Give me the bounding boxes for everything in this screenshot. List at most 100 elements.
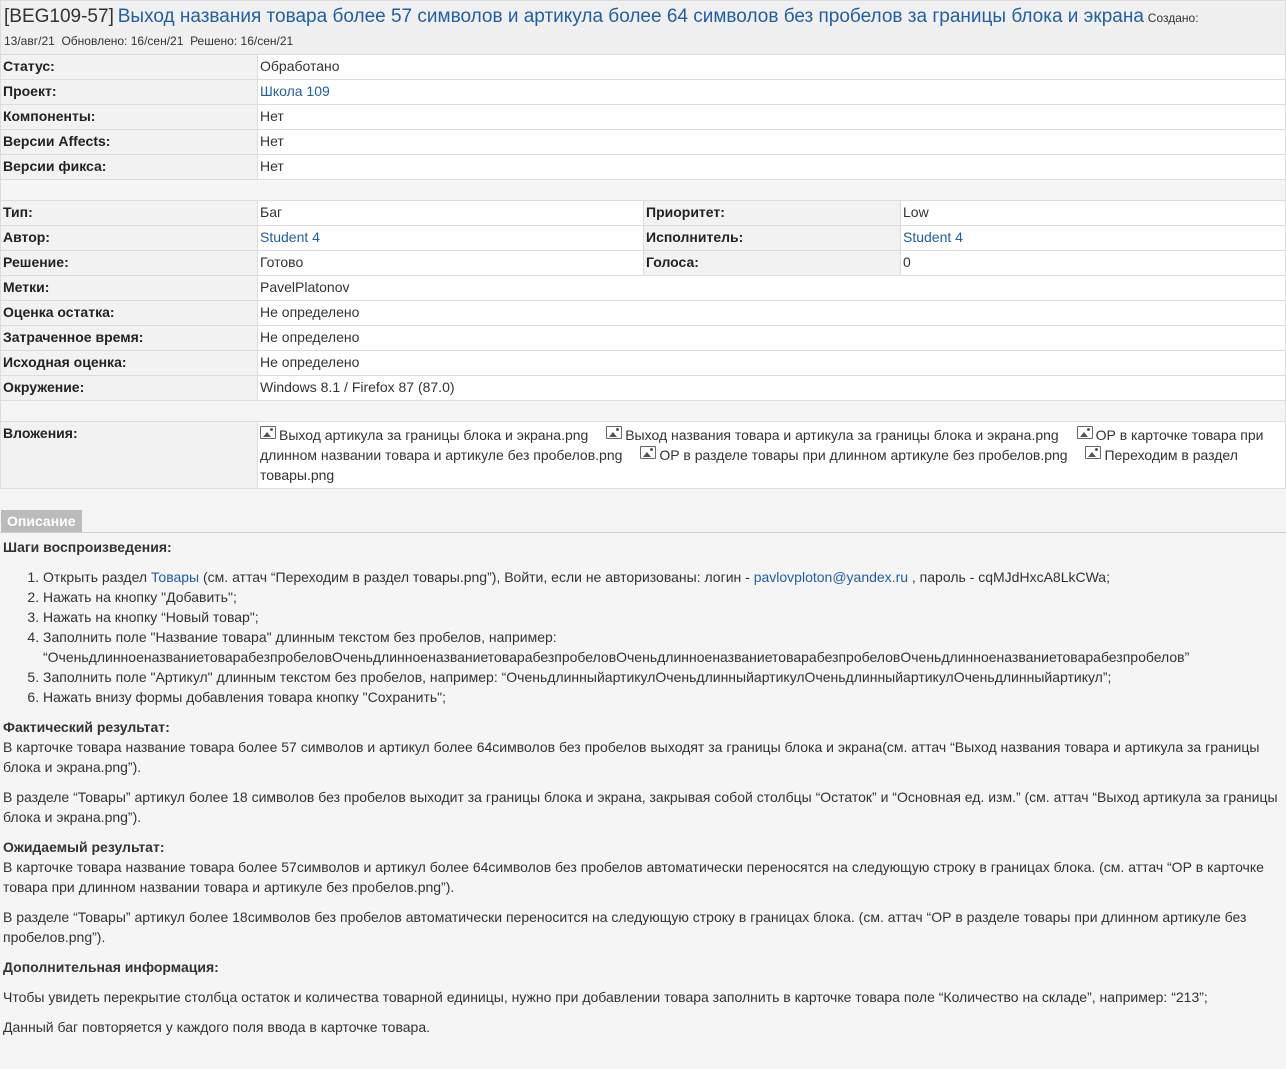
field-value-cell: Готово <box>257 250 644 276</box>
user-link[interactable]: Student 4 <box>903 229 963 245</box>
field-row: Проект: Школа 109 <box>0 79 1286 105</box>
step-text: (см. аттач “Переходим в раздел товары.pn… <box>199 569 754 585</box>
issue-header: [BEG109-57] Выход названия товара более … <box>0 0 1286 54</box>
issue-fields-table-1: Статус: Обработано Проект: Школа 109 Компоне… <box>0 54 1286 180</box>
field-row: Затраченное время: Не определено <box>0 325 1286 351</box>
issue-title-link[interactable]: Выход названия товара более 57 символов … <box>118 6 1144 27</box>
field-label: Решение: <box>0 250 258 276</box>
field-label: Автор: <box>0 225 258 251</box>
issue-dates: 13/авг/21 Обновлено: 16/сен/21 Решено: 1… <box>4 31 1282 51</box>
image-file-icon <box>606 426 623 439</box>
field-label: Версии Affects: <box>0 129 258 155</box>
actual-result-text: В разделе “Товары” артикул более 18 симв… <box>3 789 1278 825</box>
field-value: Готово <box>260 254 304 270</box>
resolved-label: Решено: <box>190 34 238 48</box>
attachments-label: Вложения: <box>0 421 258 489</box>
image-file-icon <box>1085 446 1102 459</box>
field-value: 0 <box>903 254 911 270</box>
expected-result-title: Ожидаемый результат: <box>3 839 165 855</box>
field-value: Windows 8.1 / Firefox 87 (87.0) <box>257 375 1286 401</box>
field-row: Статус: Обработано <box>0 54 1286 80</box>
list-item: Заполнить поле "Артикул" длинным текстом… <box>43 667 1283 687</box>
field-label: Приоритет: <box>643 200 901 226</box>
section-gap <box>0 401 1286 421</box>
attachment-name[interactable]: Выход названия товара и артикула за гран… <box>625 427 1058 443</box>
tab-description[interactable]: Описание <box>1 510 82 532</box>
attachment-item[interactable]: Выход названия товара и артикула за гран… <box>606 426 1059 443</box>
created-label: Создано: <box>1147 11 1199 25</box>
products-link[interactable]: Товары <box>151 569 199 585</box>
field-value-cell: Школа 109 <box>257 79 1286 105</box>
field-value: Нет <box>260 108 284 124</box>
attachments-row: Вложения: Выход артикула за границы блок… <box>0 421 1286 489</box>
field-value: Low <box>903 204 929 220</box>
field-value: Не определено <box>257 325 1286 351</box>
image-file-icon <box>640 446 657 459</box>
field-row: Версии фикса: Нет <box>0 154 1286 180</box>
field-value-cell: Нет <box>257 104 1286 130</box>
resolved-value: 16/сен/21 <box>240 34 294 48</box>
field-row: Версии Affects: Нет <box>0 129 1286 155</box>
field-row: Оценка остатка: Не определено <box>0 300 1286 326</box>
field-value: Не определено <box>257 300 1286 326</box>
field-label: Компоненты: <box>0 104 258 130</box>
steps-list: Открыть раздел Товары (см. аттач “Перехо… <box>3 567 1283 707</box>
extra-info-text: Чтобы увидеть перекрытие столбца остаток… <box>3 989 1208 1005</box>
created-value: 13/авг/21 <box>4 34 55 48</box>
list-item: Заполнить поле "Название товара" длинным… <box>43 627 1283 667</box>
field-label: Проект: <box>0 79 258 105</box>
field-row: Тип: Баг Приоритет: Low <box>0 200 1286 226</box>
field-value-cell: Student 4 <box>257 225 644 251</box>
field-row: Решение: Готово Голоса: 0 <box>0 250 1286 276</box>
user-link[interactable]: Student 4 <box>260 229 320 245</box>
field-value: Баг <box>260 204 283 220</box>
field-row: Метки: PavelPlatonov <box>0 275 1286 301</box>
field-value: Нет <box>260 133 284 149</box>
field-value-cell: Обработано <box>257 54 1286 80</box>
list-item: Нажать на кнопку "Добавить"; <box>43 587 1283 607</box>
actual-result-text: В карточке товара название товара более … <box>3 739 1260 775</box>
field-label: Оценка остатка: <box>0 300 258 326</box>
field-label: Тип: <box>0 200 258 226</box>
extra-info-title: Дополнительная информация: <box>3 959 219 975</box>
description-tab-bar: Описание <box>0 510 1286 533</box>
field-label: Метки: <box>0 275 258 301</box>
field-label: Исполнитель: <box>643 225 901 251</box>
field-value-cell: Нет <box>257 129 1286 155</box>
field-row: Окружение: Windows 8.1 / Firefox 87 (87.0… <box>0 375 1286 401</box>
field-label: Статус: <box>0 54 258 80</box>
step-text: , пароль - cqMJdHxcA8LkCWa; <box>908 569 1110 585</box>
attachment-name[interactable]: Выход артикула за границы блока и экрана… <box>279 427 588 443</box>
field-label: Затраченное время: <box>0 325 258 351</box>
extra-info-section: Дополнительная информация: Чтобы увидеть… <box>3 957 1283 1037</box>
attachments-list: Выход артикула за границы блока и экрана… <box>257 421 1286 489</box>
field-label: Голоса: <box>643 250 901 276</box>
attachment-name[interactable]: ОР в разделе товары при длинном артикуле… <box>659 447 1067 463</box>
image-file-icon <box>1076 426 1093 439</box>
field-row: Исходная оценка: Не определено <box>0 350 1286 376</box>
field-value: PavelPlatonov <box>257 275 1286 301</box>
updated-label: Обновлено: <box>61 34 128 48</box>
attachment-item[interactable]: Выход артикула за границы блока и экрана… <box>260 426 588 443</box>
field-value: Нет <box>260 158 284 174</box>
field-value-cell: Баг <box>257 200 644 226</box>
field-value-cell: Low <box>900 200 1286 226</box>
list-item: Открыть раздел Товары (см. аттач “Перехо… <box>43 567 1283 587</box>
extra-info-text: Данный баг повторяется у каждого поля вв… <box>3 1019 430 1035</box>
expected-result-text: В карточке товара название товара более … <box>3 859 1264 895</box>
field-value-cell: Нет <box>257 154 1286 180</box>
field-value-link[interactable]: Школа 109 <box>260 83 330 99</box>
field-value-cell: Student 4 <box>900 225 1286 251</box>
actual-result-section: Фактический результат: В карточке товара… <box>3 717 1283 827</box>
steps-title: Шаги воспроизведения: <box>3 539 172 555</box>
email-link[interactable]: pavlovploton@yandex.ru <box>754 569 908 585</box>
field-row: Компоненты: Нет <box>0 104 1286 130</box>
issue-fields-table-2: Тип: Баг Приоритет: Low Автор: Student 4 Испол… <box>0 200 1286 401</box>
field-value-cell: 0 <box>900 250 1286 276</box>
field-row: Автор: Student 4 Исполнитель: Student 4 <box>0 225 1286 251</box>
actual-result-title: Фактический результат: <box>3 719 170 735</box>
updated-value: 16/сен/21 <box>130 34 184 48</box>
attachment-item[interactable]: ОР в разделе товары при длинном артикуле… <box>640 446 1068 463</box>
field-label: Исходная оценка: <box>0 350 258 376</box>
description-body: Шаги воспроизведения: Открыть раздел Тов… <box>0 533 1286 1037</box>
